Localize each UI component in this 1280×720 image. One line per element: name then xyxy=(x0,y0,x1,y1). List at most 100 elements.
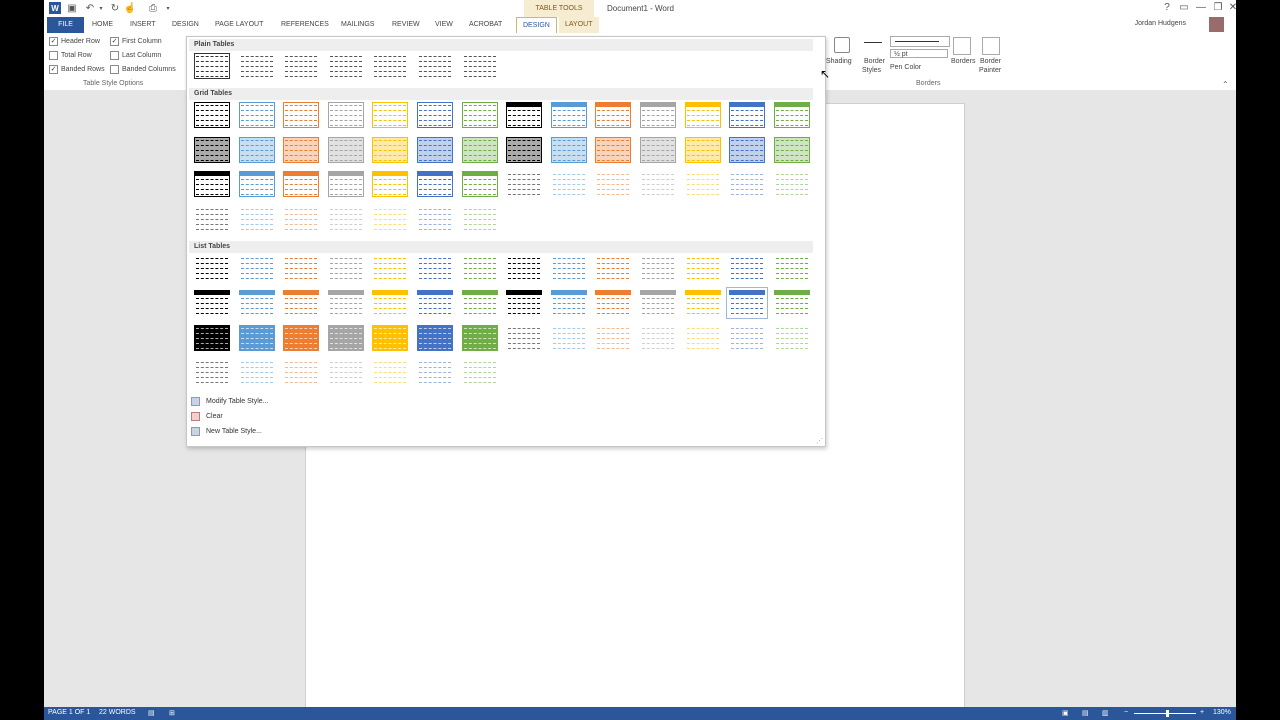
web-layout-icon[interactable]: ▥ xyxy=(1102,709,1109,717)
table-style-thumb[interactable] xyxy=(640,171,676,197)
table-style-thumb[interactable] xyxy=(550,255,587,281)
first-column-checkbox[interactable]: ✓ First Column xyxy=(110,37,162,46)
table-style-thumb[interactable] xyxy=(684,137,721,163)
table-style-thumb[interactable] xyxy=(283,290,320,316)
zoom-slider[interactable] xyxy=(1134,713,1196,714)
table-style-thumb[interactable] xyxy=(773,171,810,197)
table-style-thumb[interactable] xyxy=(550,137,587,163)
border-painter-icon[interactable] xyxy=(982,37,1000,55)
table-style-thumb[interactable] xyxy=(506,325,543,351)
table-style-thumb[interactable] xyxy=(506,102,543,128)
table-style-thumb[interactable] xyxy=(640,137,676,163)
table-style-thumb[interactable] xyxy=(506,255,543,281)
table-style-thumb[interactable] xyxy=(595,137,632,163)
table-style-thumb[interactable] xyxy=(238,325,275,351)
header-row-checkbox[interactable]: ✓ Header Row xyxy=(49,37,100,46)
table-style-thumb[interactable] xyxy=(595,102,632,128)
last-column-checkbox[interactable]: Last Column xyxy=(110,51,161,60)
table-style-thumb[interactable] xyxy=(283,102,320,128)
pen-style-select[interactable] xyxy=(890,36,950,47)
table-style-thumb[interactable] xyxy=(238,206,275,232)
table-style-thumb[interactable] xyxy=(194,359,230,385)
table-style-thumb[interactable] xyxy=(194,171,230,197)
table-style-thumb[interactable] xyxy=(550,102,587,128)
table-style-thumb[interactable] xyxy=(773,102,810,128)
table-style-thumb[interactable] xyxy=(417,359,453,385)
table-style-thumb[interactable] xyxy=(372,290,409,316)
total-row-checkbox[interactable]: Total Row xyxy=(49,51,92,60)
table-style-thumb[interactable] xyxy=(640,290,676,316)
table-style-thumb[interactable] xyxy=(506,171,543,197)
table-style-thumb[interactable] xyxy=(684,171,721,197)
tab-page-layout[interactable]: PAGE LAYOUT xyxy=(215,17,263,33)
redo-icon[interactable]: ↻ xyxy=(109,2,121,14)
table-style-thumb[interactable] xyxy=(550,171,587,197)
table-style-thumb[interactable] xyxy=(194,53,230,79)
tab-table-design[interactable]: DESIGN xyxy=(516,17,557,34)
table-style-thumb[interactable] xyxy=(417,206,453,232)
table-style-thumb[interactable] xyxy=(461,359,498,385)
undo-dropdown-icon[interactable]: ▾ xyxy=(95,2,107,14)
border-painter-label-2[interactable]: Painter xyxy=(979,67,1001,74)
table-style-thumb[interactable] xyxy=(550,290,587,316)
tab-acrobat[interactable]: ACROBAT xyxy=(469,17,502,33)
shading-button[interactable]: Shading xyxy=(826,58,852,65)
checkbox-box[interactable] xyxy=(49,51,58,60)
table-style-thumb[interactable] xyxy=(327,206,364,232)
pen-weight-select[interactable]: ½ pt xyxy=(890,49,948,58)
checkbox-box[interactable]: ✓ xyxy=(110,37,119,46)
table-style-thumb[interactable] xyxy=(461,171,498,197)
table-style-thumb[interactable] xyxy=(283,137,320,163)
table-style-thumb[interactable] xyxy=(461,325,498,351)
table-style-thumb[interactable] xyxy=(238,171,275,197)
table-style-thumb[interactable] xyxy=(372,53,409,79)
table-style-thumb[interactable] xyxy=(327,171,364,197)
tab-design[interactable]: DESIGN xyxy=(172,17,199,33)
print-icon[interactable]: ⎙ xyxy=(147,2,159,14)
table-style-thumb[interactable] xyxy=(372,137,409,163)
table-style-thumb[interactable] xyxy=(461,255,498,281)
table-style-thumb[interactable] xyxy=(461,102,498,128)
banded-rows-checkbox[interactable]: ✓ Banded Rows xyxy=(49,65,105,74)
table-style-thumb[interactable] xyxy=(550,325,587,351)
pen-color-button[interactable]: Pen Color xyxy=(890,64,921,71)
table-style-thumb[interactable] xyxy=(372,359,409,385)
table-style-thumb[interactable] xyxy=(729,102,766,128)
table-style-thumb[interactable] xyxy=(773,325,810,351)
table-style-thumb[interactable] xyxy=(238,53,275,79)
tab-review[interactable]: REVIEW xyxy=(392,17,420,33)
table-style-thumb[interactable] xyxy=(595,325,632,351)
table-style-thumb[interactable] xyxy=(640,102,676,128)
tab-file[interactable]: FILE xyxy=(47,17,84,33)
avatar[interactable] xyxy=(1209,17,1224,32)
table-style-thumb[interactable] xyxy=(372,255,409,281)
border-styles-label-1[interactable]: Border xyxy=(864,58,885,65)
table-style-thumb[interactable] xyxy=(238,137,275,163)
table-style-thumb[interactable] xyxy=(506,137,543,163)
table-style-thumb[interactable] xyxy=(327,359,364,385)
read-mode-icon[interactable]: ▣ xyxy=(1062,709,1069,717)
zoom-level[interactable]: 130% xyxy=(1213,709,1231,716)
table-style-thumb[interactable] xyxy=(417,102,453,128)
restore-button[interactable]: ❐ xyxy=(1211,2,1225,13)
table-style-thumb[interactable] xyxy=(595,171,632,197)
table-style-thumb[interactable] xyxy=(684,102,721,128)
table-style-thumb[interactable] xyxy=(417,137,453,163)
tab-view[interactable]: VIEW xyxy=(435,17,453,33)
borders-button[interactable]: Borders xyxy=(951,58,976,65)
zoom-in-icon[interactable]: + xyxy=(1200,709,1204,716)
table-style-thumb[interactable] xyxy=(194,206,230,232)
touch-mode-icon[interactable]: ☝ xyxy=(124,2,136,14)
table-style-thumb[interactable] xyxy=(461,290,498,316)
table-style-thumb[interactable] xyxy=(417,290,453,316)
help-button[interactable]: ? xyxy=(1160,2,1174,13)
word-count[interactable]: 22 WORDS xyxy=(99,709,136,716)
tab-home[interactable]: HOME xyxy=(92,17,113,33)
table-style-thumb[interactable] xyxy=(327,53,364,79)
table-style-thumb[interactable] xyxy=(283,206,320,232)
table-style-thumb[interactable] xyxy=(283,255,320,281)
user-name[interactable]: Jordan Hudgens xyxy=(1135,20,1186,27)
table-style-thumb[interactable] xyxy=(372,206,409,232)
macro-icon[interactable]: ⊞ xyxy=(169,709,175,717)
checkbox-box[interactable]: ✓ xyxy=(49,37,58,46)
